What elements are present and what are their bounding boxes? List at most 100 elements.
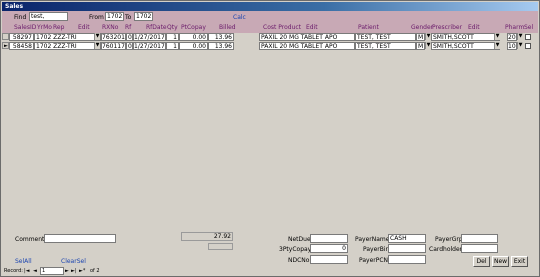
record-pointer-icon: ►	[4, 43, 8, 49]
col-ptcopay: PtCopay	[181, 24, 206, 31]
thirdparty-copay-label: 3PtyCopay	[279, 246, 312, 253]
table-row[interactable]: ► 58458 1702 ZZZ-TRI ▼ 7601176 0 1/27/20…	[2, 42, 538, 50]
yrmo-rep-cell[interactable]: 1702 ZZZ-TRI	[34, 42, 101, 50]
to-label: To	[125, 14, 132, 21]
ndcno-field[interactable]	[310, 255, 348, 264]
chevron-down-icon[interactable]: ▼	[517, 33, 523, 40]
payergrp-field[interactable]	[461, 234, 498, 243]
col-prescriber: Prescriber	[432, 24, 463, 31]
pharm-cell[interactable]: 10	[507, 42, 517, 50]
chevron-down-icon[interactable]: ▼	[94, 42, 100, 49]
record-label: Record:	[4, 268, 23, 274]
rf-cell[interactable]: 0	[126, 42, 133, 50]
rf-cell[interactable]: 0	[126, 33, 133, 41]
cardholder-label: Cardholder	[429, 246, 463, 253]
new-button[interactable]: New	[492, 256, 509, 267]
netdue-label: NetDue	[288, 236, 311, 243]
thirdparty-copay-field[interactable]: 0	[310, 244, 348, 253]
from-input[interactable]: 1702	[105, 12, 124, 21]
rfdate-cell[interactable]: 1/27/2017	[133, 33, 166, 41]
rxno-cell[interactable]: 7601176	[101, 42, 126, 50]
payerbin-label: PayerBin	[363, 246, 390, 253]
window-title: Sales	[5, 3, 24, 10]
col-rf: Rf	[125, 24, 132, 31]
detail-area	[2, 52, 538, 232]
netdue-field[interactable]	[310, 234, 348, 243]
ptcopay-cell[interactable]: 0.00	[179, 33, 208, 41]
payergrp-label: PayerGrp	[435, 236, 463, 243]
cardholder-field[interactable]	[461, 244, 498, 253]
record-navigation: Record: |◄ ◄ 1 ► ►| ►* of 2	[2, 267, 538, 276]
window-titlebar: Sales	[2, 2, 538, 11]
col-rfdate: RfDate	[146, 24, 167, 31]
col-pharm: Pharm	[505, 24, 525, 31]
billed-cell[interactable]: 13.96	[208, 33, 234, 41]
record-selector[interactable]: ►	[2, 42, 9, 49]
chevron-down-icon[interactable]: ▼	[494, 33, 500, 40]
col-rep: Rep	[53, 24, 65, 31]
calc-link[interactable]: Calc	[233, 14, 246, 21]
find-input[interactable]: test,	[29, 12, 68, 21]
qty-cell[interactable]: 1	[166, 33, 179, 41]
product-cell[interactable]: PAXIL 20 MG TABLET APO	[259, 33, 355, 41]
col-sel: Sel	[524, 24, 534, 31]
gender-cell[interactable]: M	[416, 42, 425, 50]
payername-field[interactable]: CASH	[388, 234, 426, 243]
col-yrmo: YrMo	[37, 24, 52, 31]
new-record-button[interactable]: ►*	[79, 268, 85, 275]
sel-checkbox[interactable]	[525, 43, 531, 49]
delete-button[interactable]: Del	[473, 256, 490, 267]
gender-cell[interactable]: M	[416, 33, 425, 41]
comment-field[interactable]	[44, 234, 116, 243]
select-all-link[interactable]: SelAll	[15, 258, 32, 265]
rxno-cell[interactable]: 7632015	[101, 33, 126, 41]
sel-checkbox[interactable]	[525, 34, 531, 40]
yrmo-rep-cell[interactable]: 1702 ZZZ-TRI	[34, 33, 101, 41]
previous-record-button[interactable]: ◄	[33, 268, 37, 275]
pharm-cell[interactable]: 20	[507, 33, 517, 41]
to-input[interactable]: 1702	[134, 12, 153, 21]
qty-cell[interactable]: 1	[166, 42, 179, 50]
payerpcn-label: PayerPCN	[359, 257, 389, 264]
comment-label: Comment	[15, 236, 45, 243]
table-row[interactable]: 58297 1702 ZZZ-TRI ▼ 7632015 0 1/27/2017…	[2, 33, 538, 41]
find-label: Find	[14, 14, 27, 21]
prescriber-cell[interactable]: SMITH,SCOTT	[431, 42, 500, 50]
product-cell[interactable]: PAXIL 20 MG TABLET APO	[259, 42, 355, 50]
ndcno-label: NDCNo	[288, 257, 310, 264]
salesid-cell[interactable]: 58458	[9, 42, 34, 50]
col-billed: Billed	[219, 24, 236, 31]
salesid-cell[interactable]: 58297	[9, 33, 34, 41]
sales-window: Sales Find test, From 1702 To 1702 Calc …	[0, 0, 540, 277]
billed-cell[interactable]: 13.96	[208, 42, 234, 50]
payerpcn-field[interactable]	[388, 255, 426, 264]
aux-display	[208, 243, 233, 250]
clear-selection-link[interactable]: ClearSel	[61, 258, 86, 265]
col-edit-prescriber[interactable]: Edit	[468, 24, 480, 31]
next-record-button[interactable]: ►	[65, 268, 69, 275]
patient-cell[interactable]: TEST, TEST	[355, 33, 416, 41]
chevron-down-icon[interactable]: ▼	[517, 42, 523, 49]
exit-button[interactable]: Exit	[511, 256, 528, 267]
col-rxno: RXNo	[102, 24, 119, 31]
prescriber-cell[interactable]: SMITH,SCOTT	[431, 33, 500, 41]
col-salesid: SalesID	[14, 24, 37, 31]
col-gender: Gender	[411, 24, 434, 31]
chevron-down-icon[interactable]: ▼	[494, 42, 500, 49]
col-edit-rep[interactable]: Edit	[78, 24, 90, 31]
record-selector[interactable]	[2, 33, 9, 40]
col-edit-product[interactable]: Edit	[306, 24, 318, 31]
col-cost-product: Cost Product	[263, 24, 302, 31]
rfdate-cell[interactable]: 1/27/2017	[133, 42, 166, 50]
chevron-down-icon[interactable]: ▼	[94, 33, 100, 40]
current-record-field[interactable]: 1	[40, 267, 64, 275]
record-count: of 2	[90, 268, 100, 274]
patient-cell[interactable]: TEST, TEST	[355, 42, 416, 50]
last-record-button[interactable]: ►|	[71, 268, 77, 275]
first-record-button[interactable]: |◄	[24, 268, 30, 275]
ptcopay-cell[interactable]: 0.00	[179, 42, 208, 50]
payerbin-field[interactable]	[388, 244, 426, 253]
from-label: From	[89, 14, 104, 21]
form-header: Find test, From 1702 To 1702 Calc SalesI…	[2, 11, 538, 34]
col-qty: Qty	[167, 24, 178, 31]
